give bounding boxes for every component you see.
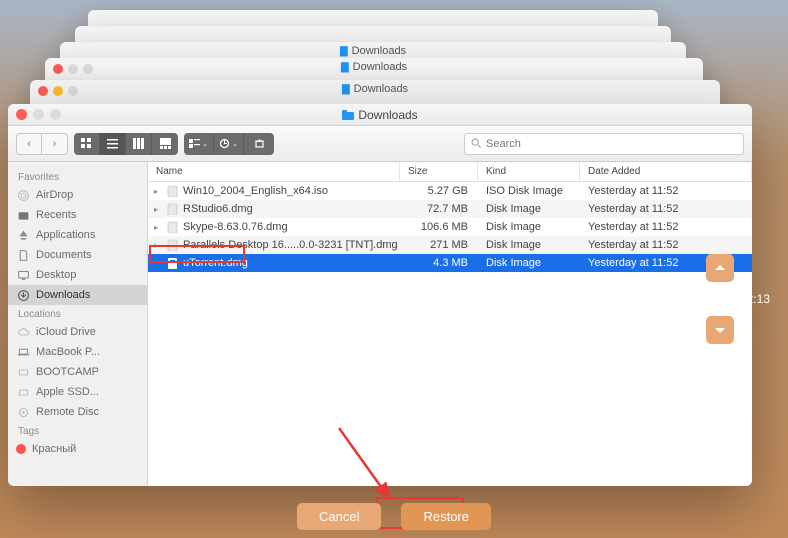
table-row[interactable]: ▸Parallels Desktop 16.....0.0-3231 [TNT]… (148, 236, 752, 254)
timeline-label: Yesterday at 12:13 (670, 292, 770, 306)
file-name: Skype-8.63.0.76.dmg (183, 221, 288, 233)
gallery-view-button[interactable] (152, 133, 178, 155)
file-kind: Disk Image (478, 203, 580, 215)
laptop-icon (16, 345, 30, 359)
nav-buttons: ‹ › (16, 133, 68, 155)
sidebar-item-applications[interactable]: Applications (8, 225, 147, 245)
file-icon (166, 257, 179, 270)
sidebar-head-tags: Tags (8, 422, 147, 439)
sidebar-item-airdrop[interactable]: AirDrop (8, 185, 147, 205)
col-date[interactable]: Date Added (580, 162, 752, 181)
col-size[interactable]: Size (400, 162, 478, 181)
view-switcher (74, 133, 178, 155)
file-date: Yesterday at 11:52 (580, 203, 752, 215)
timeline-up-button[interactable] (706, 254, 734, 282)
column-headers: Name Size Kind Date Added (148, 162, 752, 182)
downloads-icon (16, 288, 30, 302)
group-dropdown[interactable]: ⌄ ⌄ (184, 133, 274, 155)
file-icon (166, 221, 179, 234)
sidebar-item-bootcamp[interactable]: BOOTCAMP (8, 362, 147, 382)
cancel-button[interactable]: Cancel (297, 503, 381, 530)
airdrop-icon (16, 188, 30, 202)
file-name: Win10_2004_English_x64.iso (183, 185, 328, 197)
table-row[interactable]: ▸Skype-8.63.0.76.dmg106.6 MBDisk ImageYe… (148, 218, 752, 236)
folder-icon (342, 110, 354, 120)
file-size: 106.6 MB (400, 221, 478, 233)
sidebar: Favorites AirDrop Recents Applications D… (8, 162, 148, 486)
stack-title: Downloads (353, 61, 407, 73)
sidebar-item-applessd[interactable]: Apple SSD... (8, 382, 147, 402)
desktop-icon (16, 268, 30, 282)
applications-icon (16, 228, 30, 242)
list-view-button[interactable] (100, 133, 126, 155)
disk-icon (16, 385, 30, 399)
forward-button[interactable]: › (42, 133, 68, 155)
recents-icon (16, 208, 30, 222)
search-field[interactable] (464, 133, 744, 155)
table-row[interactable]: ▸RStudio6.dmg72.7 MBDisk ImageYesterday … (148, 200, 752, 218)
stack-title: Downloads (352, 45, 406, 57)
back-button[interactable]: ‹ (16, 133, 42, 155)
sidebar-tag-red[interactable]: Красный (8, 439, 147, 459)
file-size: 4.3 MB (400, 257, 478, 269)
finder-window: Downloads ‹ › ⌄ ⌄ Favorites AirDrop Rece… (8, 104, 752, 486)
sidebar-head-locations: Locations (8, 305, 147, 322)
file-icon (166, 185, 179, 198)
file-kind: Disk Image (478, 221, 580, 233)
toolbar: ‹ › ⌄ ⌄ (8, 126, 752, 162)
file-size: 5.27 GB (400, 185, 478, 197)
file-kind: ISO Disk Image (478, 185, 580, 197)
sidebar-item-icloud[interactable]: iCloud Drive (8, 322, 147, 342)
column-view-button[interactable] (126, 133, 152, 155)
disk-icon (16, 365, 30, 379)
file-list: Name Size Kind Date Added ▸Win10_2004_En… (148, 162, 752, 486)
file-name: uTorrent.dmg (183, 257, 248, 269)
col-name[interactable]: Name (148, 162, 400, 181)
file-name: Parallels Desktop 16.....0.0-3231 [TNT].… (183, 239, 398, 251)
file-date: Yesterday at 11:52 (580, 221, 752, 233)
sidebar-item-documents[interactable]: Documents (8, 245, 147, 265)
window-title: Downloads (358, 108, 417, 122)
file-icon (166, 239, 179, 252)
file-date: Yesterday at 11:52 (580, 185, 752, 197)
button-bar: Cancel Restore (297, 503, 491, 530)
sidebar-item-recents[interactable]: Recents (8, 205, 147, 225)
cloud-icon (16, 325, 30, 339)
minimize-icon (33, 109, 44, 120)
file-kind: Disk Image (478, 257, 580, 269)
documents-icon (16, 248, 30, 262)
file-size: 271 MB (400, 239, 478, 251)
window-controls (16, 109, 61, 120)
file-size: 72.7 MB (400, 203, 478, 215)
table-row[interactable]: uTorrent.dmg4.3 MBDisk ImageYesterday at… (148, 254, 752, 272)
sidebar-item-remotedisc[interactable]: Remote Disc (8, 402, 147, 422)
stack-title: Downloads (354, 83, 408, 95)
tag-dot-icon (16, 444, 26, 454)
zoom-icon (50, 109, 61, 120)
file-date: Yesterday at 11:52 (580, 239, 752, 251)
search-input[interactable] (486, 138, 737, 150)
col-kind[interactable]: Kind (478, 162, 580, 181)
timeline-down-button[interactable] (706, 316, 734, 344)
sidebar-item-macbook[interactable]: MacBook P... (8, 342, 147, 362)
timeline-nav: Yesterday at 12:13 (670, 254, 770, 344)
file-name: RStudio6.dmg (183, 203, 253, 215)
icon-view-button[interactable] (74, 133, 100, 155)
sidebar-item-desktop[interactable]: Desktop (8, 265, 147, 285)
close-icon[interactable] (16, 109, 27, 120)
search-icon (471, 138, 482, 149)
file-kind: Disk Image (478, 239, 580, 251)
file-rows: ▸Win10_2004_English_x64.iso5.27 GBISO Di… (148, 182, 752, 486)
remote-disc-icon (16, 405, 30, 419)
file-icon (166, 203, 179, 216)
sidebar-item-downloads[interactable]: Downloads (8, 285, 147, 305)
restore-button[interactable]: Restore (401, 503, 491, 530)
sidebar-head-favorites: Favorites (8, 168, 147, 185)
table-row[interactable]: ▸Win10_2004_English_x64.iso5.27 GBISO Di… (148, 182, 752, 200)
titlebar: Downloads (8, 104, 752, 126)
